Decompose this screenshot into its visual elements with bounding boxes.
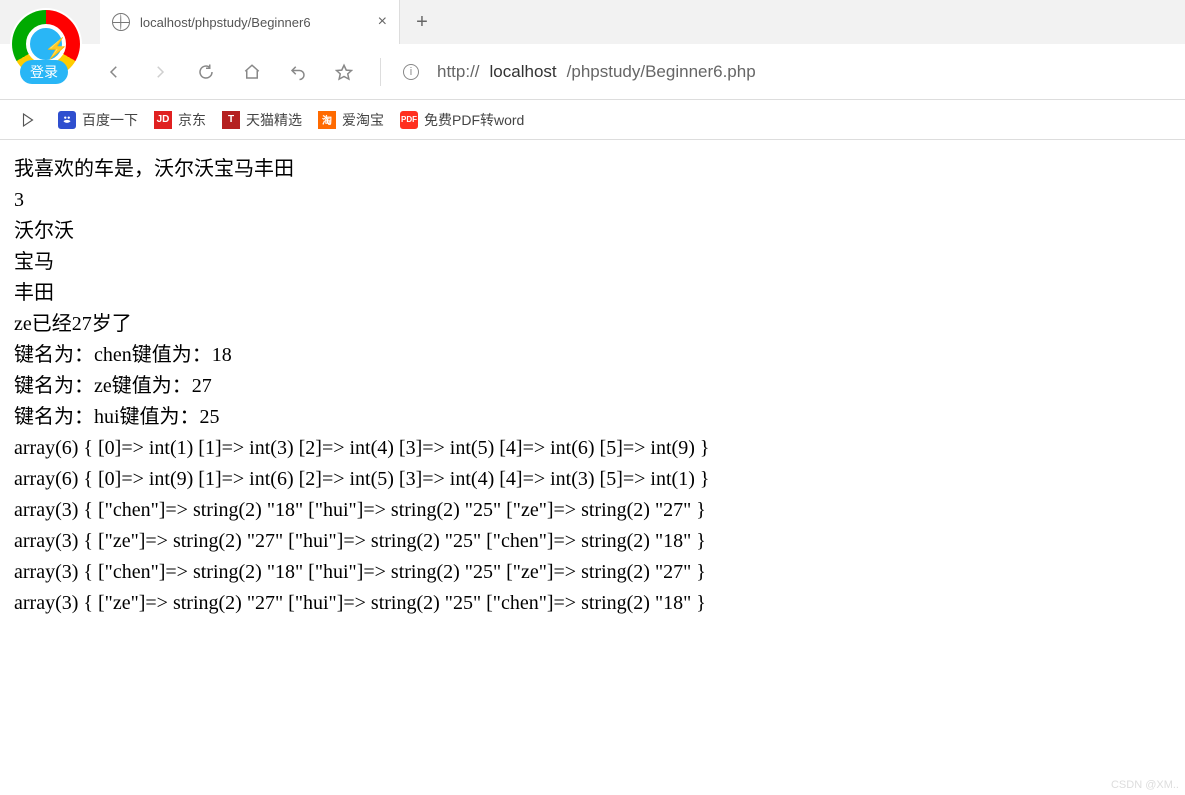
login-button[interactable]: 登录 [20, 60, 68, 84]
back-button[interactable] [100, 58, 128, 86]
reload-button[interactable] [192, 58, 220, 86]
forward-button[interactable] [146, 58, 174, 86]
bookmark-label: 天猫精选 [246, 110, 302, 130]
bookmark-aitaobao[interactable]: 淘 爱淘宝 [318, 110, 384, 130]
page-content: 我喜欢的车是，沃尔沃宝马丰田3沃尔沃宝马丰田ze已经27岁了键名为：chen键值… [0, 140, 1185, 633]
output-line: 宝马 [14, 247, 1171, 278]
bookmarks-bar: 百度一下 JD 京东 T 天猫精选 淘 爱淘宝 PDF 免费PDF转word [0, 100, 1185, 140]
bookmark-icon: 淘 [318, 111, 336, 129]
bookmark-icon: JD [154, 111, 172, 129]
output-line: 键名为：ze键值为：27 [14, 371, 1171, 402]
address-bar: i http:// localhost/phpstudy/Beginner6.ph… [0, 44, 1185, 100]
tab-title: localhost/phpstudy/Beginner6 [140, 15, 368, 30]
site-info-icon[interactable]: i [403, 64, 419, 80]
divider [380, 58, 381, 86]
bookmark-label: 爱淘宝 [342, 110, 384, 130]
url-display[interactable]: http:// localhost/phpstudy/Beginner6.php [437, 62, 756, 82]
bookmark-jd[interactable]: JD 京东 [154, 110, 206, 130]
bookmark-icon [58, 111, 76, 129]
star-icon[interactable] [330, 58, 358, 86]
output-line: 键名为：hui键值为：25 [14, 402, 1171, 433]
bookmark-label: 百度一下 [82, 110, 138, 130]
new-tab-button[interactable]: + [400, 0, 444, 44]
bookmark-label: 免费PDF转word [424, 110, 524, 130]
output-line: array(6) { [0]=> int(9) [1]=> int(6) [2]… [14, 464, 1171, 495]
output-line: ze已经27岁了 [14, 309, 1171, 340]
tab-active[interactable]: localhost/phpstudy/Beginner6 × [100, 0, 400, 44]
output-line: 丰田 [14, 278, 1171, 309]
output-line: array(3) { ["chen"]=> string(2) "18" ["h… [14, 557, 1171, 588]
bookmark-label: 京东 [178, 110, 206, 130]
close-icon[interactable]: × [378, 13, 387, 31]
home-button[interactable] [238, 58, 266, 86]
profile-badge[interactable]: ⚡ 登录 [10, 8, 82, 80]
output-line: 3 [14, 185, 1171, 216]
bookmark-baidu[interactable]: 百度一下 [58, 110, 138, 130]
globe-icon [112, 13, 130, 31]
bookmark-icon: PDF [400, 111, 418, 129]
output-line: array(3) { ["chen"]=> string(2) "18" ["h… [14, 495, 1171, 526]
url-host: localhost [490, 62, 557, 82]
tab-bar: localhost/phpstudy/Beginner6 × + [0, 0, 1185, 44]
bookmark-tmall[interactable]: T 天猫精选 [222, 110, 302, 130]
url-path: /phpstudy/Beginner6.php [567, 62, 756, 82]
bolt-icon: ⚡ [44, 36, 69, 61]
output-line: 键名为：chen键值为：18 [14, 340, 1171, 371]
bookmark-icon: T [222, 111, 240, 129]
bookmark-pdf[interactable]: PDF 免费PDF转word [400, 110, 524, 130]
output-line: 我喜欢的车是，沃尔沃宝马丰田 [14, 154, 1171, 185]
extensions-icon[interactable] [14, 106, 42, 134]
url-protocol: http:// [437, 62, 480, 82]
undo-button[interactable] [284, 58, 312, 86]
output-line: array(6) { [0]=> int(1) [1]=> int(3) [2]… [14, 433, 1171, 464]
output-line: array(3) { ["ze"]=> string(2) "27" ["hui… [14, 526, 1171, 557]
output-line: 沃尔沃 [14, 216, 1171, 247]
output-line: array(3) { ["ze"]=> string(2) "27" ["hui… [14, 588, 1171, 619]
watermark: CSDN @XM.. [1111, 779, 1179, 791]
